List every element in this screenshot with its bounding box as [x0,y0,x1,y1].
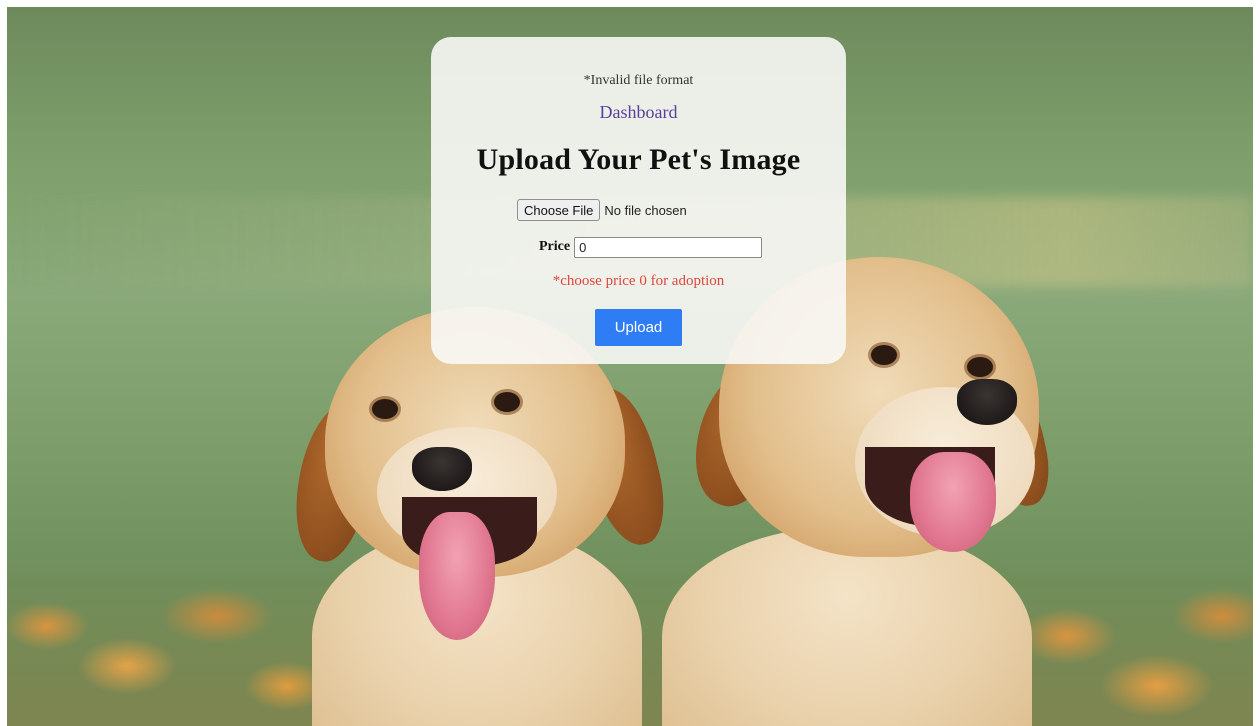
upload-form-card: *Invalid file format Dashboard Upload Yo… [431,37,846,364]
price-input[interactable] [574,236,763,258]
price-label: Price [539,239,571,254]
file-input[interactable]: Choose File No file chosen [517,199,687,221]
price-hint: *choose price 0 for adoption [552,273,725,289]
dashboard-link[interactable]: Dashboard [431,102,846,123]
error-message: *Invalid file format [583,73,694,88]
page-title: Upload Your Pet's Image [476,143,801,176]
price-row: Price [539,236,763,258]
file-status-text: No file chosen [604,202,687,218]
upload-button[interactable]: Upload [595,309,682,346]
choose-file-button[interactable]: Choose File [517,199,601,221]
